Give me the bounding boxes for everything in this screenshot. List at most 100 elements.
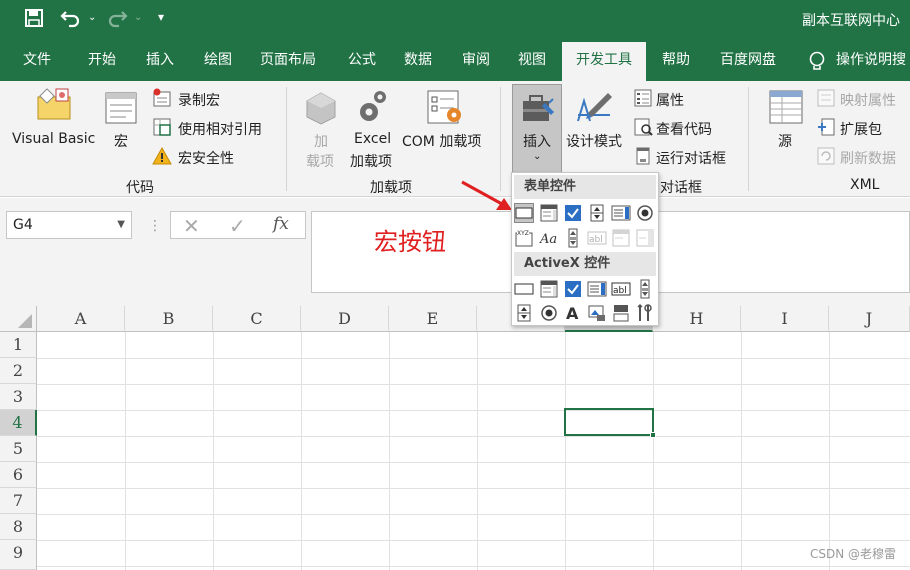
record-macro-button[interactable]: 录制宏 xyxy=(178,90,220,110)
redo-icon xyxy=(106,8,128,33)
form-controls-heading: 表单控件 xyxy=(514,175,656,199)
form-combo-box-icon[interactable] xyxy=(539,203,559,223)
insert-controls-button[interactable]: 插入 ⌄ xyxy=(512,84,562,174)
form-checkbox-icon[interactable] xyxy=(563,203,583,223)
tab-formulas[interactable]: 公式 xyxy=(334,42,390,81)
svg-text:abl: abl xyxy=(613,286,627,296)
activex-label-icon[interactable]: A xyxy=(563,303,583,323)
svg-text:Aa: Aa xyxy=(539,232,557,247)
row-header-4[interactable]: 4 xyxy=(0,410,37,436)
activex-combo-box-icon[interactable] xyxy=(539,279,559,299)
addins-label-line2[interactable]: 载项 xyxy=(306,151,334,171)
form-spin-button-icon[interactable] xyxy=(587,203,607,223)
row-header-1[interactable]: 1 xyxy=(0,332,37,358)
svg-text:A: A xyxy=(566,304,579,323)
view-code-button[interactable]: 查看代码 xyxy=(656,119,712,139)
activex-image-icon[interactable] xyxy=(587,303,607,323)
insert-function-icon[interactable]: fx xyxy=(273,214,289,234)
row-header-3[interactable]: 3 xyxy=(0,384,37,410)
save-icon[interactable] xyxy=(24,8,44,33)
row-header-2[interactable]: 2 xyxy=(0,358,37,384)
activex-checkbox-icon[interactable] xyxy=(563,279,583,299)
form-label-icon[interactable]: Aa xyxy=(539,228,559,248)
macro-security-button[interactable]: 宏安全性 xyxy=(178,148,234,168)
activex-spin-button-icon[interactable] xyxy=(514,303,534,323)
column-header-h[interactable]: H xyxy=(653,306,741,332)
code-group-label: 代码 xyxy=(126,180,154,196)
insert-controls-dropdown: 表单控件 XYZ Aa abl ActiveX 控件 abl A xyxy=(511,172,659,326)
row-header-6[interactable]: 6 xyxy=(0,462,37,488)
map-properties-button: 映射属性 xyxy=(840,93,896,109)
column-header-a[interactable]: A xyxy=(37,306,125,332)
xml-source-button[interactable]: 源 xyxy=(778,131,792,151)
form-option-button-icon[interactable] xyxy=(635,203,655,223)
customize-qat-icon[interactable]: ▾ xyxy=(158,10,164,24)
column-header-e[interactable]: E xyxy=(389,306,477,332)
activex-list-box-icon[interactable] xyxy=(587,279,607,299)
macros-button[interactable]: 宏 xyxy=(114,131,128,151)
chevron-down-icon[interactable]: ▼ xyxy=(117,212,125,238)
activex-scroll-bar-icon[interactable] xyxy=(635,279,655,299)
worksheet-grid[interactable]: A B C D E F G H I J 1 2 3 4 5 6 7 8 9 xyxy=(0,306,910,570)
column-header-c[interactable]: C xyxy=(213,306,301,332)
tell-me-search[interactable]: 操作说明搜 xyxy=(836,42,910,81)
design-mode-icon xyxy=(574,87,614,129)
column-header-b[interactable]: B xyxy=(125,306,213,332)
use-relative-reference-button[interactable]: 使用相对引用 xyxy=(178,119,262,139)
undo-icon[interactable] xyxy=(60,8,82,33)
column-header-d[interactable]: D xyxy=(301,306,389,332)
gridline xyxy=(213,332,214,570)
tab-home[interactable]: 开始 xyxy=(74,42,130,81)
fill-handle[interactable] xyxy=(650,432,656,438)
activex-text-box-icon[interactable]: abl xyxy=(611,279,631,299)
tab-file[interactable]: 文件 xyxy=(10,42,64,81)
name-box[interactable]: G4 ▼ xyxy=(6,211,132,239)
properties-icon xyxy=(633,88,653,112)
run-dialog-button[interactable]: 运行对话框 xyxy=(656,148,726,168)
visual-basic-button[interactable]: Visual Basic xyxy=(12,131,95,147)
com-addins-button[interactable]: COM 加载项 xyxy=(402,131,481,151)
selected-cell-g4[interactable] xyxy=(564,408,656,438)
form-group-box-icon[interactable]: XYZ xyxy=(514,228,534,248)
tab-review[interactable]: 审阅 xyxy=(448,42,504,81)
row-header-8[interactable]: 8 xyxy=(0,514,37,540)
select-all-corner[interactable] xyxy=(0,306,37,332)
column-header-i[interactable]: I xyxy=(741,306,829,332)
annotation-arrow-icon xyxy=(461,180,512,210)
tab-developer[interactable]: 开发工具 xyxy=(562,42,646,81)
activex-option-button-icon[interactable] xyxy=(539,303,559,323)
design-mode-button[interactable]: 设计模式 xyxy=(566,131,622,151)
properties-button[interactable]: 属性 xyxy=(656,90,684,110)
tab-view[interactable]: 视图 xyxy=(504,42,560,81)
tab-draw[interactable]: 绘图 xyxy=(190,42,246,81)
excel-addins-line2[interactable]: 加载项 xyxy=(350,151,392,171)
view-code-icon xyxy=(633,117,653,141)
tab-page-layout[interactable]: 页面布局 xyxy=(250,42,326,81)
form-combo-list-edit-icon xyxy=(611,228,631,248)
tab-data[interactable]: 数据 xyxy=(390,42,446,81)
form-list-box-icon[interactable] xyxy=(611,203,631,223)
lightbulb-icon xyxy=(808,51,826,77)
activex-more-controls-icon[interactable] xyxy=(635,303,655,323)
gridline xyxy=(37,358,910,359)
row-header-7[interactable]: 7 xyxy=(0,488,37,514)
gridline xyxy=(37,436,910,437)
form-button-control-icon[interactable] xyxy=(514,203,534,223)
gridline xyxy=(829,332,830,570)
tab-help[interactable]: 帮助 xyxy=(648,42,704,81)
visual-basic-icon xyxy=(34,87,74,127)
column-header-j[interactable]: J xyxy=(829,306,910,332)
row-header-5[interactable]: 5 xyxy=(0,436,37,462)
record-macro-icon xyxy=(152,88,172,112)
expansion-packs-button[interactable]: 扩展包 xyxy=(840,119,882,139)
activex-toggle-button-icon[interactable] xyxy=(611,303,631,323)
tab-insert[interactable]: 插入 xyxy=(132,42,188,81)
excel-addins-line1[interactable]: Excel xyxy=(354,131,391,147)
row-header-9[interactable]: 9 xyxy=(0,540,37,570)
addins-label-line1[interactable]: 加 xyxy=(314,131,328,151)
tab-baidu-netdisk[interactable]: 百度网盘 xyxy=(708,42,788,81)
xml-source-icon xyxy=(768,89,804,129)
undo-dropdown-icon[interactable]: ⌄ xyxy=(88,12,96,23)
form-scroll-bar-icon[interactable] xyxy=(563,228,583,248)
activex-command-button-icon[interactable] xyxy=(514,279,534,299)
